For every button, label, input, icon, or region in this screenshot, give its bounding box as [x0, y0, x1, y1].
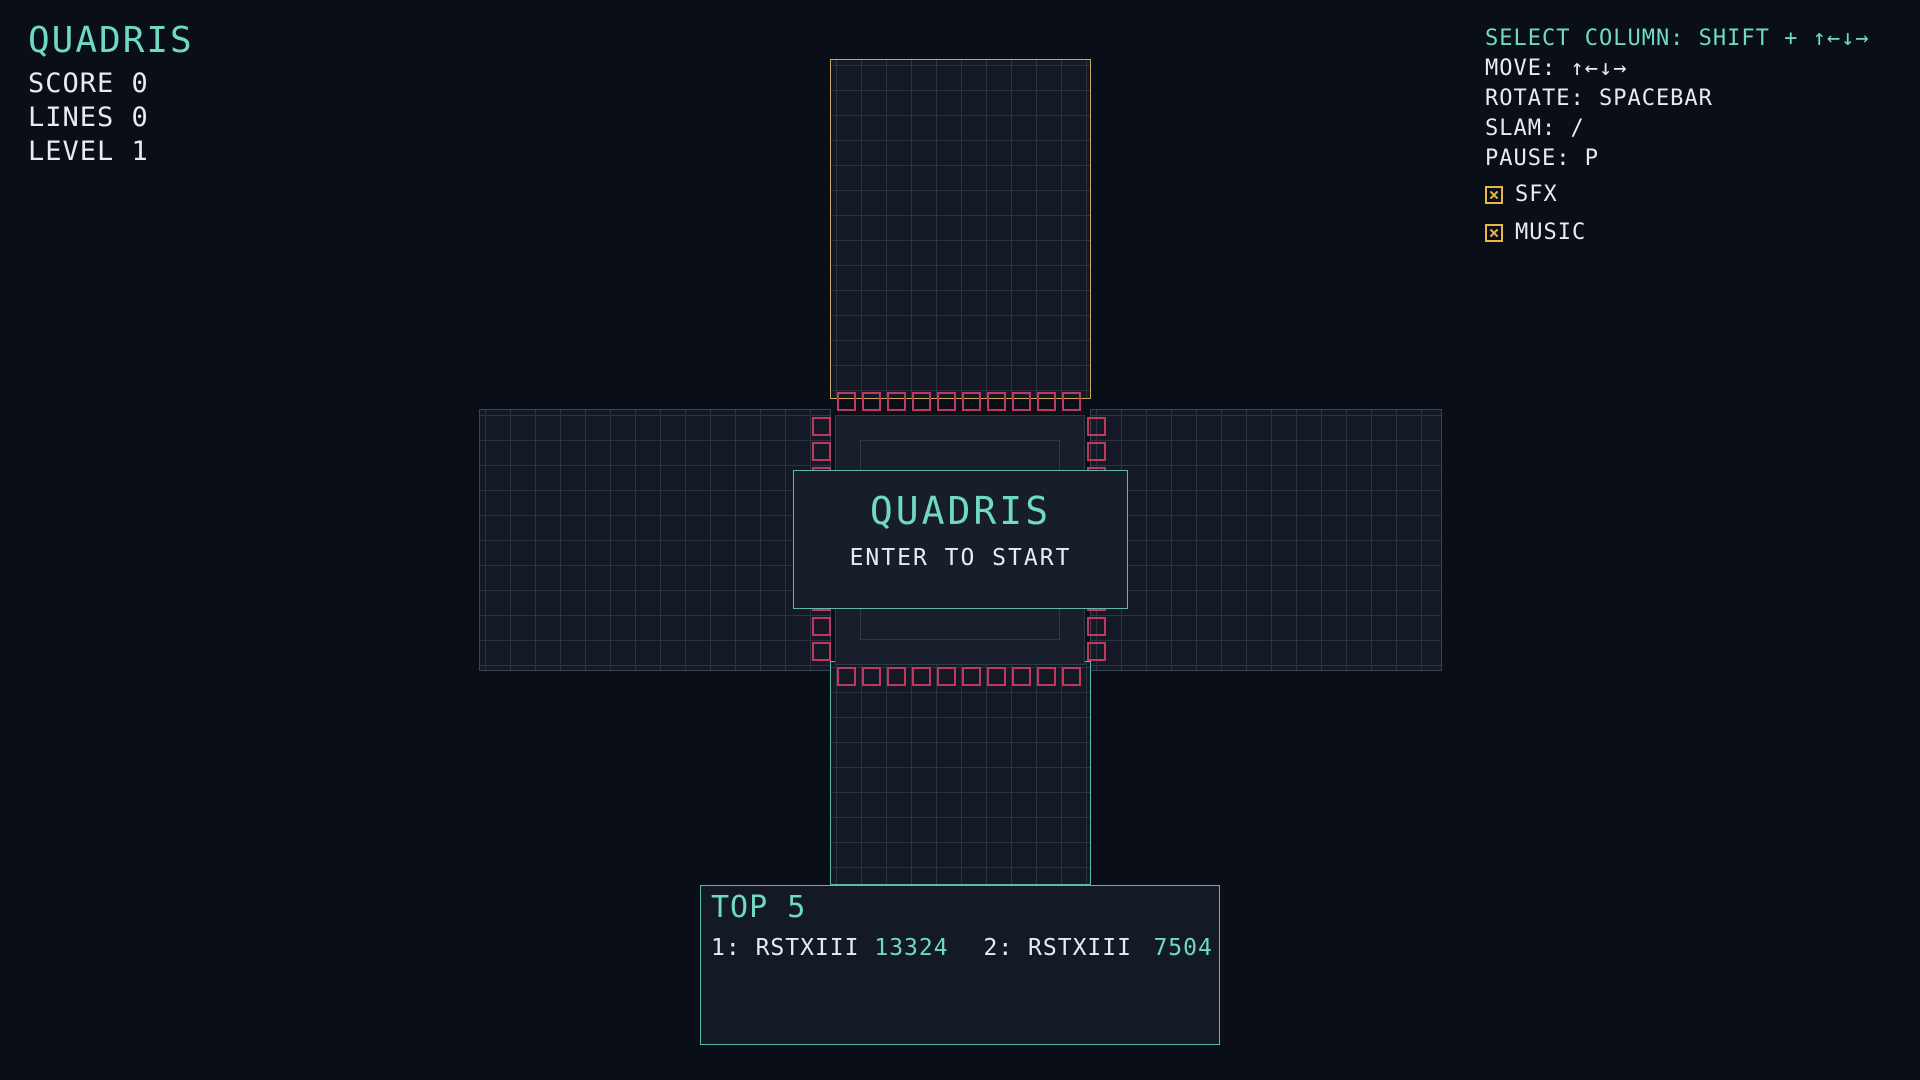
music-toggle[interactable]: MUSIC — [1485, 216, 1870, 250]
sfx-toggle[interactable]: SFX — [1485, 178, 1870, 212]
scoreboard: TOP 5 1: RSTXIII 13324 2: RSTXIII 7504 — [700, 885, 1220, 1045]
score-entry: 1: RSTXIII 13324 — [711, 935, 949, 961]
spawn-marker — [812, 642, 831, 661]
scoreboard-row: 1: RSTXIII 13324 2: RSTXIII 7504 — [711, 935, 1212, 961]
score-name: RSTXIII — [755, 935, 860, 961]
control-slam: SLAM: / — [1485, 116, 1585, 141]
score-rank: 2: — [983, 935, 1014, 961]
game-title: QUADRIS — [28, 20, 194, 61]
controls-help: SELECT COLUMN: SHIFT + ↑←↓→ MOVE: ↑←↓→ R… — [1485, 24, 1870, 250]
score-value: 7504 — [1153, 935, 1213, 961]
spawn-marker — [887, 667, 906, 686]
well-left — [479, 409, 831, 671]
spawn-marker — [962, 667, 981, 686]
well-bottom — [830, 661, 1091, 885]
spawn-marker — [887, 392, 906, 411]
spawn-marker — [1037, 392, 1056, 411]
spawn-marker — [1087, 642, 1106, 661]
spawn-marker — [1087, 417, 1106, 436]
spawn-marker — [862, 667, 881, 686]
start-panel[interactable]: QUADRIS ENTER TO START — [793, 470, 1128, 609]
spawn-marker — [937, 392, 956, 411]
score-entry: 2: RSTXIII 7504 — [983, 935, 1212, 961]
spawn-marker — [1012, 392, 1031, 411]
control-pause: PAUSE: P — [1485, 146, 1599, 171]
score-name: RSTXIII — [1028, 935, 1132, 961]
spawn-marker — [987, 392, 1006, 411]
music-label: MUSIC — [1515, 220, 1587, 245]
control-move: MOVE: ↑←↓→ — [1485, 56, 1628, 81]
spawn-marker — [812, 617, 831, 636]
spawn-marker — [837, 667, 856, 686]
spawn-marker — [1062, 392, 1081, 411]
spawn-marker — [1037, 667, 1056, 686]
start-hint: ENTER TO START — [849, 545, 1072, 571]
score-value: 13324 — [874, 935, 949, 961]
hud: QUADRIS SCORE 0 LINES 0 LEVEL 1 — [28, 20, 194, 169]
spawn-marker — [937, 667, 956, 686]
spawn-marker — [987, 667, 1006, 686]
level-readout: LEVEL 1 — [28, 136, 149, 167]
well-right — [1090, 409, 1442, 671]
sfx-label: SFX — [1515, 182, 1558, 207]
start-title: QUADRIS — [869, 489, 1052, 533]
control-rotate: ROTATE: SPACEBAR — [1485, 86, 1713, 111]
spawn-marker — [837, 392, 856, 411]
spawn-marker — [812, 442, 831, 461]
spawn-marker — [812, 417, 831, 436]
spawn-marker — [1087, 617, 1106, 636]
spawn-marker — [962, 392, 981, 411]
scoreboard-title: TOP 5 — [711, 890, 807, 925]
spawn-marker — [912, 667, 931, 686]
music-checkbox-icon[interactable] — [1485, 224, 1503, 242]
score-rank: 1: — [711, 935, 741, 961]
score-readout: SCORE 0 — [28, 68, 149, 99]
well-top — [830, 59, 1091, 399]
sfx-checkbox-icon[interactable] — [1485, 186, 1503, 204]
spawn-marker — [1062, 667, 1081, 686]
spawn-marker — [912, 392, 931, 411]
spawn-marker — [1087, 442, 1106, 461]
spawn-marker — [1012, 667, 1031, 686]
lines-readout: LINES 0 — [28, 102, 149, 133]
control-select-column: SELECT COLUMN: SHIFT + ↑←↓→ — [1485, 26, 1870, 51]
spawn-marker — [862, 392, 881, 411]
